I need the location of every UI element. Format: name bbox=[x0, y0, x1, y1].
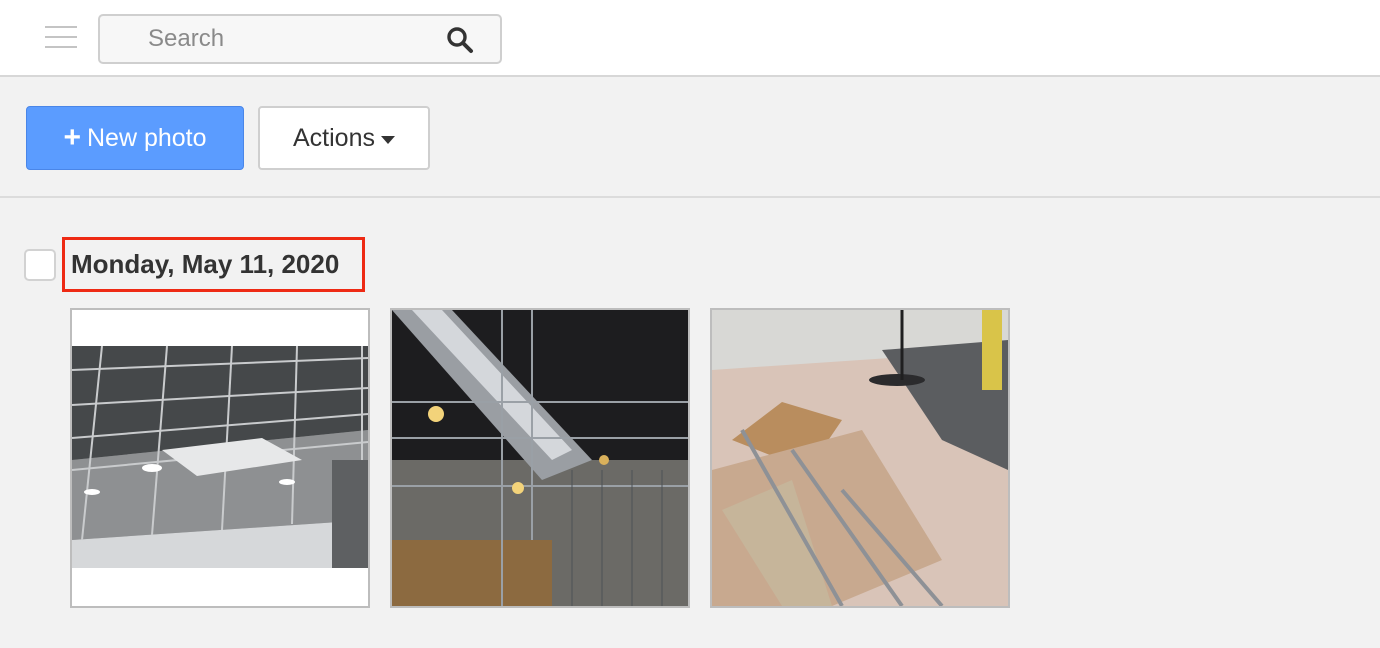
hamburger-menu-icon[interactable] bbox=[45, 26, 77, 48]
photo-thumbnail-floor-materials[interactable] bbox=[710, 308, 1010, 608]
toolbar: + New photo Actions bbox=[0, 77, 1380, 198]
floor-materials-photo bbox=[712, 310, 1008, 606]
plus-icon: + bbox=[63, 121, 81, 154]
photo-thumbnail-ductwork[interactable] bbox=[390, 308, 690, 608]
top-bar bbox=[0, 0, 1380, 77]
ductwork-photo bbox=[392, 310, 688, 606]
ceiling-grid-photo bbox=[72, 310, 368, 606]
search-box bbox=[98, 14, 502, 64]
search-icon[interactable] bbox=[446, 26, 474, 54]
actions-label: Actions bbox=[293, 123, 375, 152]
photo-thumbnail-ceiling-grid[interactable] bbox=[70, 308, 370, 608]
date-group-checkbox[interactable] bbox=[24, 249, 56, 281]
caret-down-icon bbox=[380, 136, 395, 144]
search-input[interactable] bbox=[102, 18, 432, 60]
date-group-heading: Monday, May 11, 2020 bbox=[71, 249, 340, 279]
new-photo-button[interactable]: + New photo bbox=[26, 106, 244, 170]
new-photo-label: New photo bbox=[87, 123, 207, 152]
actions-dropdown-button[interactable]: Actions bbox=[258, 106, 430, 170]
